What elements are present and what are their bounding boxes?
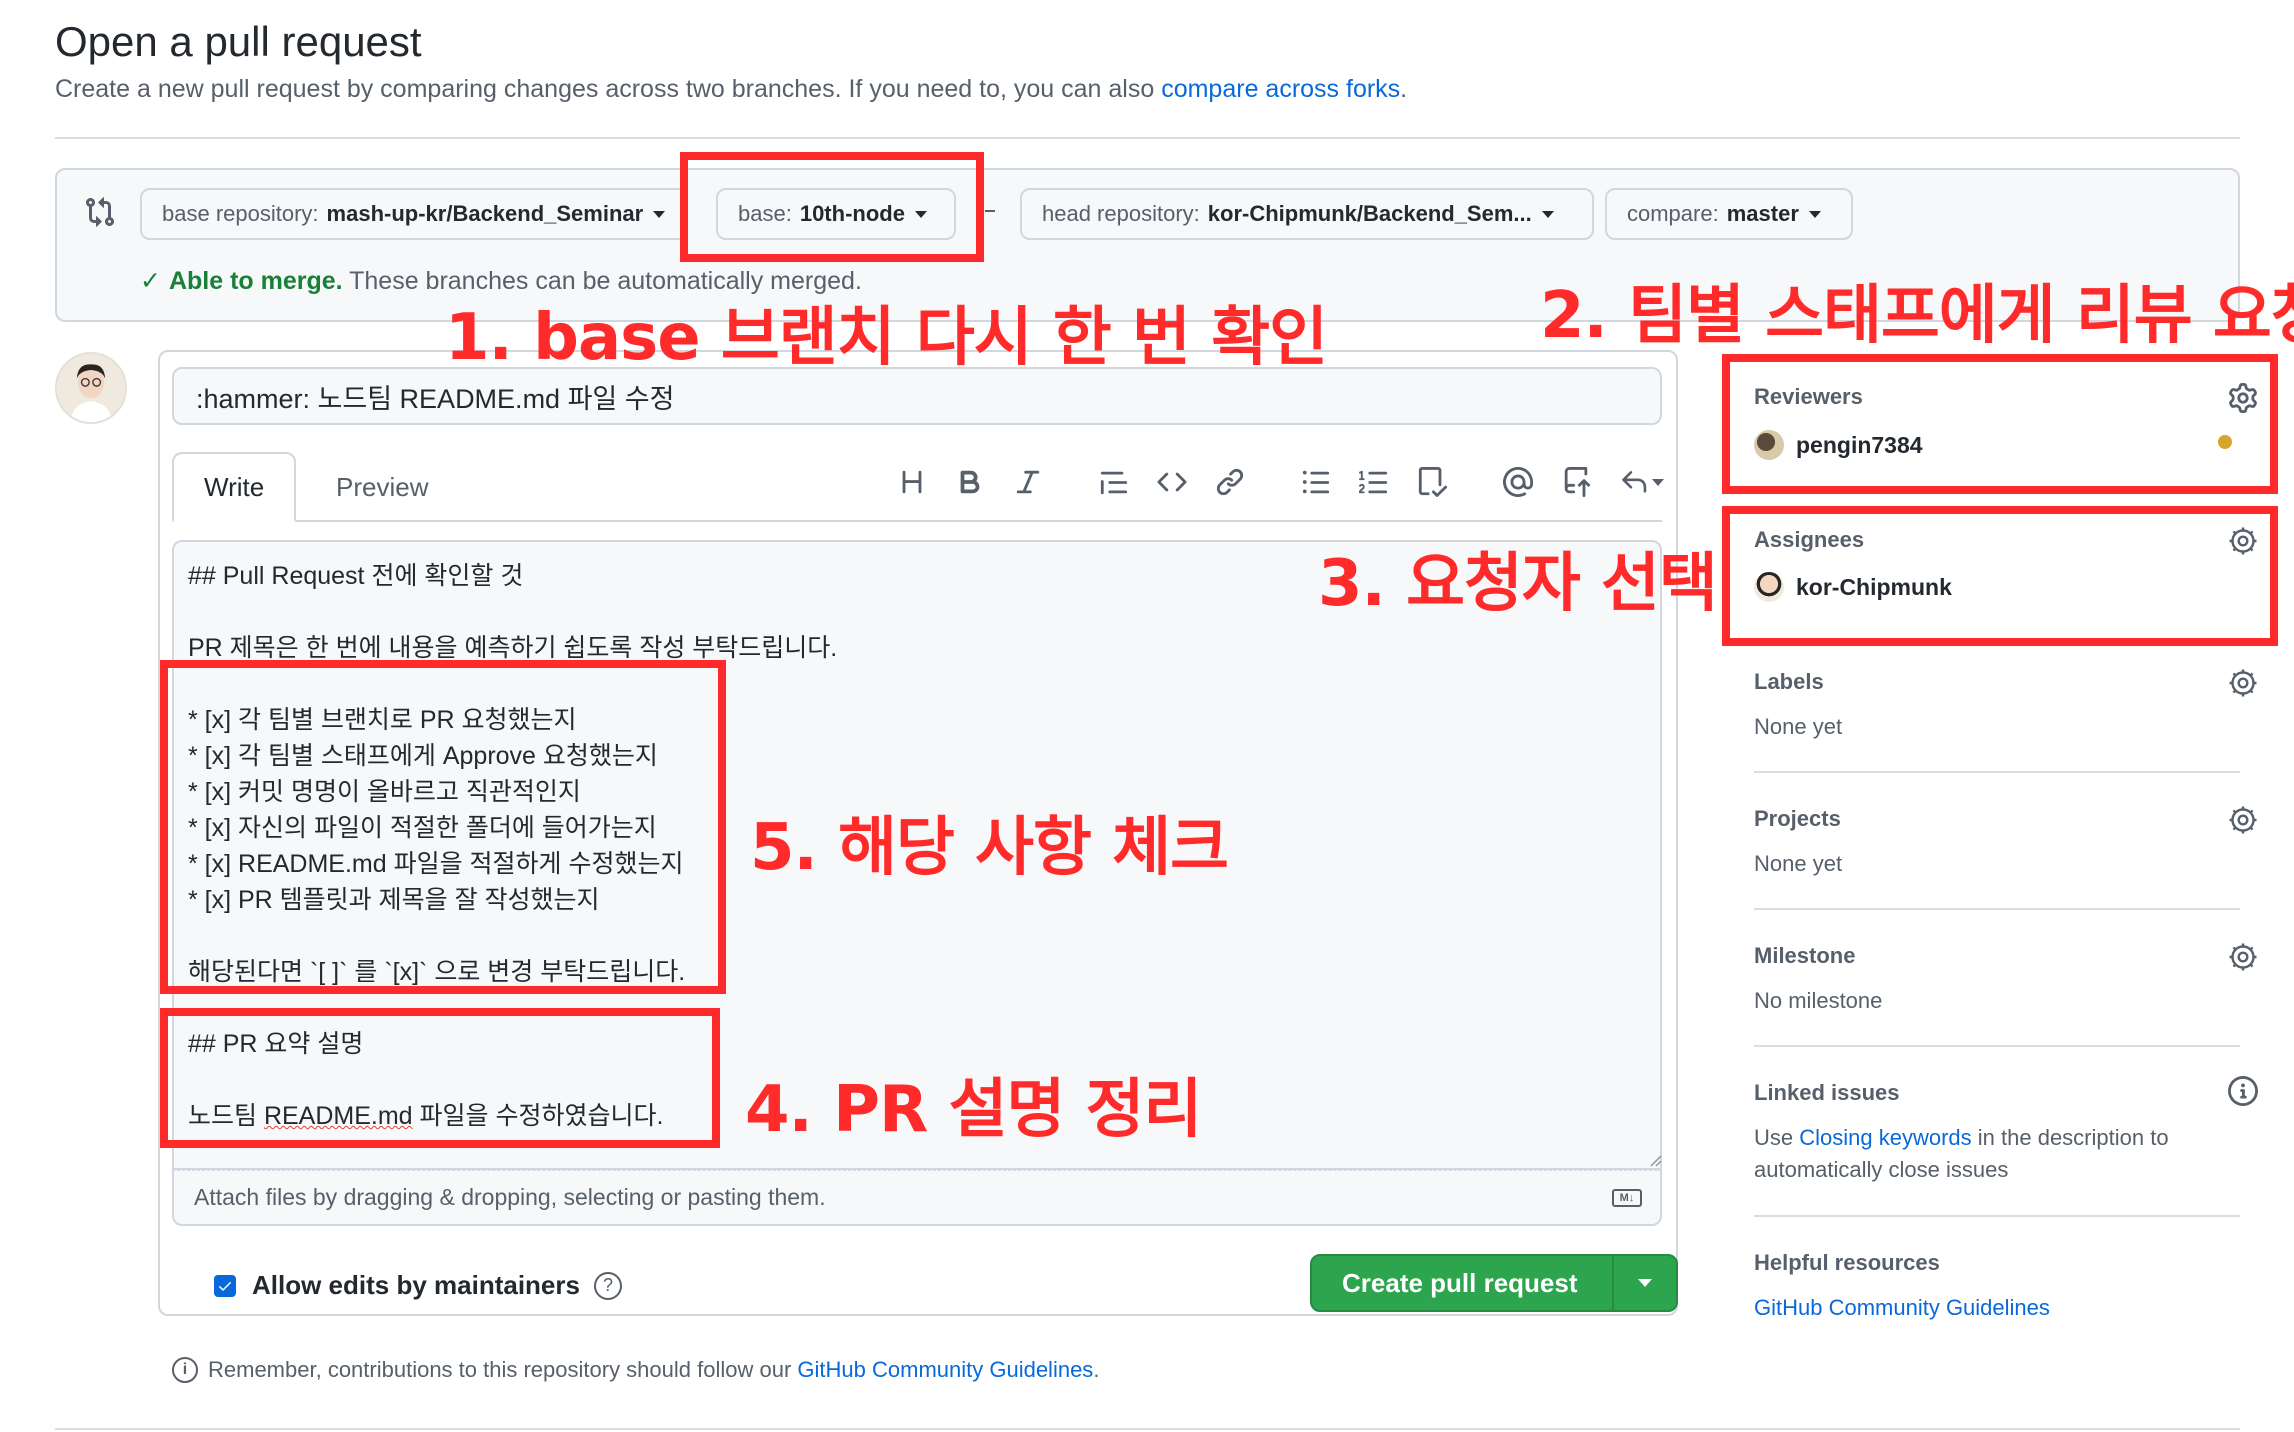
markdown-icon[interactable]: M↓ xyxy=(1612,1189,1642,1207)
italic-icon[interactable] xyxy=(1008,462,1048,502)
head-repository-label: head repository: xyxy=(1042,201,1200,226)
allow-edits-checkbox[interactable] xyxy=(214,1274,236,1297)
heading-icon[interactable] xyxy=(892,462,932,502)
annotation-4: 4. PR 설명 정리 xyxy=(745,1073,1202,1147)
closing-keywords-link[interactable]: Closing keywords xyxy=(1799,1125,1971,1150)
create-pull-request-group: Create pull request xyxy=(1310,1254,1678,1312)
merge-status-label: Able to merge. xyxy=(168,267,343,295)
git-compare-icon xyxy=(84,196,116,228)
milestone-value: No milestone xyxy=(1754,988,1883,1013)
helpful-guidelines-link[interactable]: GitHub Community Guidelines xyxy=(1754,1295,2050,1321)
chevron-down-icon xyxy=(1652,478,1664,486)
sidebar-divider xyxy=(1754,1215,2240,1217)
head-repository-value: kor-Chipmunk/Backend_Sem... xyxy=(1207,201,1532,226)
compare-branch-select[interactable]: compare: master xyxy=(1605,188,1853,240)
compare-branch-value: master xyxy=(1726,201,1799,226)
linked-issues-text: Use Closing keywords in the description … xyxy=(1754,1125,2169,1151)
reply-icon[interactable] xyxy=(1610,462,1674,502)
page-subtitle: Create a new pull request by comparing c… xyxy=(55,75,1407,104)
community-guidelines-link[interactable]: GitHub Community Guidelines xyxy=(797,1357,1093,1383)
base-repository-label: base repository: xyxy=(162,201,319,226)
compare-branch-label: compare: xyxy=(1627,201,1719,226)
check-icon: ✓ xyxy=(140,267,161,295)
gear-icon[interactable] xyxy=(2228,805,2258,835)
author-avatar xyxy=(55,352,127,424)
resize-handle-icon[interactable] xyxy=(1648,1153,1662,1167)
subtitle-text: Create a new pull request by comparing c… xyxy=(55,75,1155,103)
base-repository-select[interactable]: base repository: mash-up-kr/Backend_Semin… xyxy=(140,188,688,240)
mention-icon[interactable] xyxy=(1498,462,1538,502)
unordered-list-icon[interactable] xyxy=(1296,462,1336,502)
labels-value: None yet xyxy=(1754,714,1843,739)
highlight-checklist xyxy=(160,660,726,994)
remember-end: . xyxy=(1093,1357,1100,1382)
tab-preview[interactable]: Preview xyxy=(306,452,458,522)
labels-heading[interactable]: Labels xyxy=(1754,669,1824,695)
branch-arrow-separator xyxy=(985,210,995,212)
annotation-2: 2. 팀별 스태프에게 리뷰 요청 xyxy=(1540,279,2294,353)
annotation-1: 1. base 브랜치 다시 한 번 확인 xyxy=(445,301,1328,375)
allow-edits-label: Allow edits by maintainers xyxy=(252,1270,580,1300)
linked-suffix: in the description to xyxy=(1977,1125,2169,1150)
sidebar-divider xyxy=(1754,1045,2240,1047)
highlight-base-branch xyxy=(680,152,984,262)
milestone-heading[interactable]: Milestone xyxy=(1754,943,1855,969)
annotation-3: 3. 요청자 선택 xyxy=(1318,547,1718,621)
sidebar-divider xyxy=(1754,771,2240,773)
create-options-dropdown[interactable] xyxy=(1612,1256,1676,1310)
code-icon[interactable] xyxy=(1152,462,1192,502)
contribution-note: i Remember, contributions to this reposi… xyxy=(172,1357,1099,1383)
file-attach-area[interactable]: Attach files by dragging & dropping, sel… xyxy=(172,1170,1662,1226)
create-pull-request-button[interactable]: Create pull request xyxy=(1312,1268,1612,1299)
highlight-pr-summary xyxy=(160,1008,720,1148)
chevron-down-icon xyxy=(1541,210,1554,218)
link-icon[interactable] xyxy=(1210,462,1250,502)
info-icon[interactable] xyxy=(2228,1076,2258,1106)
ordered-list-icon[interactable] xyxy=(1354,462,1394,502)
cross-reference-icon[interactable] xyxy=(1556,462,1596,502)
annotation-5: 5. 해당 사항 체크 xyxy=(750,811,1229,885)
linked-prefix: Use xyxy=(1754,1125,1794,1150)
subtitle-end: . xyxy=(1400,75,1408,103)
gear-icon[interactable] xyxy=(2228,668,2258,698)
base-repository-value: mash-up-kr/Backend_Seminar xyxy=(326,201,644,226)
gear-icon[interactable] xyxy=(2228,942,2258,972)
linked-issues-text-line2: automatically close issues xyxy=(1754,1157,2009,1182)
sidebar-divider xyxy=(1754,908,2240,910)
task-list-icon[interactable] xyxy=(1412,462,1452,502)
linked-issues-heading: Linked issues xyxy=(1754,1080,1900,1105)
compare-across-forks-link[interactable]: compare across forks xyxy=(1161,75,1400,103)
question-icon[interactable]: ? xyxy=(593,1271,622,1300)
highlight-assignees xyxy=(1722,506,2278,646)
info-icon: i xyxy=(172,1357,198,1383)
bold-icon[interactable] xyxy=(950,462,990,502)
chevron-down-icon xyxy=(1808,210,1821,218)
quote-icon[interactable] xyxy=(1094,462,1134,502)
projects-heading[interactable]: Projects xyxy=(1754,806,1841,832)
helpful-resources-heading: Helpful resources xyxy=(1754,1250,1940,1275)
highlight-reviewers xyxy=(1722,354,2278,494)
attach-hint: Attach files by dragging & dropping, sel… xyxy=(194,1184,826,1210)
chevron-down-icon xyxy=(1638,1279,1653,1287)
head-repository-select[interactable]: head repository: kor-Chipmunk/Backend_Sem… xyxy=(1020,188,1594,240)
tab-write[interactable]: Write xyxy=(172,452,297,522)
remember-text: Remember, contributions to this reposito… xyxy=(208,1357,792,1382)
allow-edits-row: Allow edits by maintainers ? xyxy=(214,1270,622,1301)
page-title: Open a pull request xyxy=(55,18,422,65)
projects-value: None yet xyxy=(1754,851,1843,876)
chevron-down-icon xyxy=(653,210,666,218)
header-divider xyxy=(55,137,2240,139)
footer-divider xyxy=(55,1428,2240,1430)
